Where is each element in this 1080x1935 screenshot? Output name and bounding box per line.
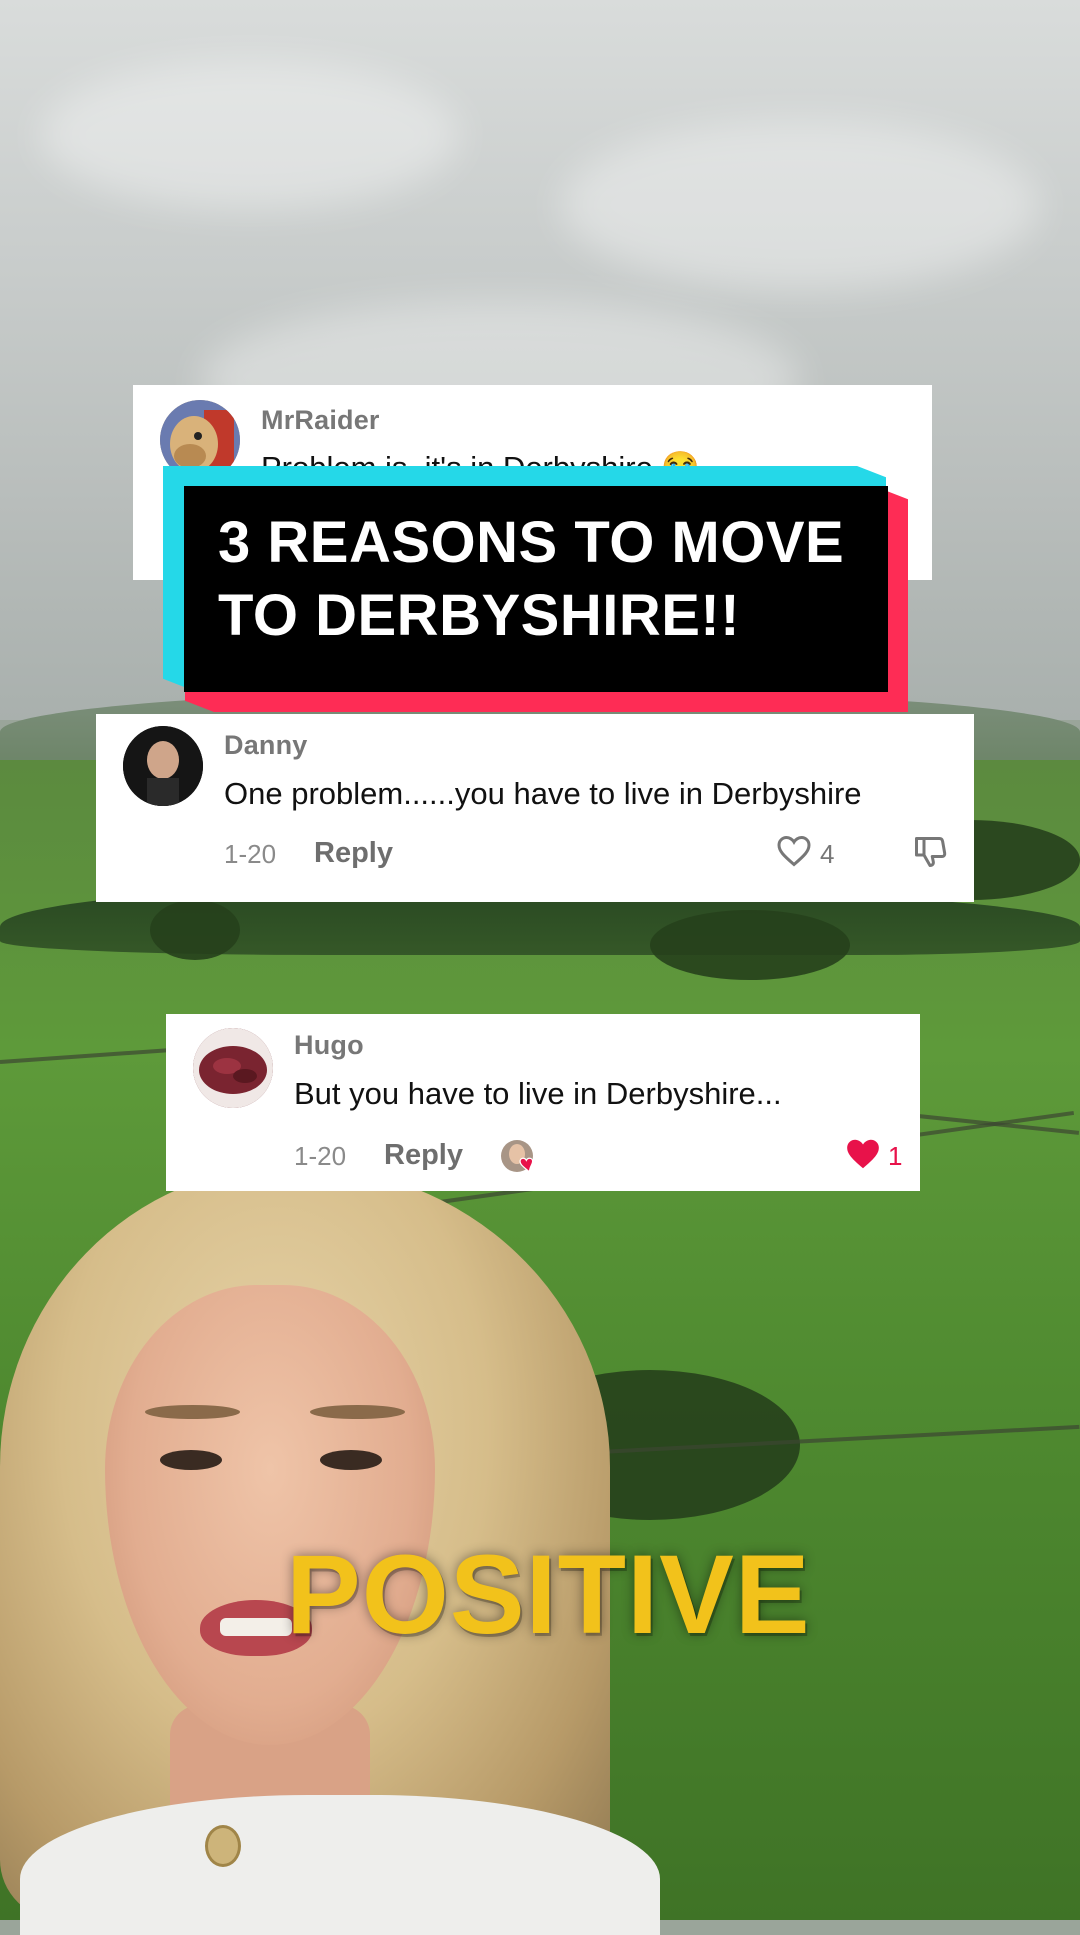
video-caption: POSITIVE	[286, 1532, 811, 1657]
comment-username[interactable]: MrRaider	[261, 405, 380, 436]
eyebrow	[310, 1405, 405, 1419]
eye	[160, 1450, 222, 1470]
like-count: 4	[820, 839, 835, 869]
cloud	[40, 60, 460, 210]
teeth	[220, 1618, 292, 1636]
tree-clump	[650, 910, 850, 980]
creator-liked-icon	[500, 1138, 538, 1176]
comment-date: 1-20	[294, 1141, 347, 1171]
title-overlay-text: 3 REASONS TO MOVE TO DERBYSHIRE!!	[218, 510, 845, 648]
reply-button[interactable]: Reply	[314, 837, 393, 870]
comment-text: One problem......you have to live in Der…	[224, 776, 862, 811]
like-count: 1	[888, 1141, 903, 1171]
heart-outline-icon[interactable]	[776, 834, 812, 873]
eye	[320, 1450, 382, 1470]
user-avatar[interactable]	[193, 1028, 273, 1108]
comment-username[interactable]: Hugo	[294, 1030, 364, 1061]
tree-clump	[150, 900, 240, 960]
comment-text: But you have to live in Derbyshire...	[294, 1076, 782, 1111]
dislike-icon[interactable]	[912, 834, 948, 875]
title-banner: 3 REASONS TO MOVE TO DERBYSHIRE!!	[163, 466, 908, 712]
comment-date: 1-20	[224, 839, 277, 869]
presenter-shirt	[20, 1795, 660, 1935]
heart-filled-icon[interactable]	[844, 1136, 882, 1177]
user-avatar[interactable]	[123, 726, 203, 806]
comment-card: Hugo But you have to live in Derbyshire.…	[166, 1014, 920, 1191]
cloud	[560, 120, 1040, 290]
eyebrow	[145, 1405, 240, 1419]
necklace-pendant	[205, 1825, 241, 1867]
comment-username[interactable]: Danny	[224, 730, 308, 761]
reply-button[interactable]: Reply	[384, 1139, 463, 1172]
comment-card: Danny One problem......you have to live …	[96, 714, 974, 902]
